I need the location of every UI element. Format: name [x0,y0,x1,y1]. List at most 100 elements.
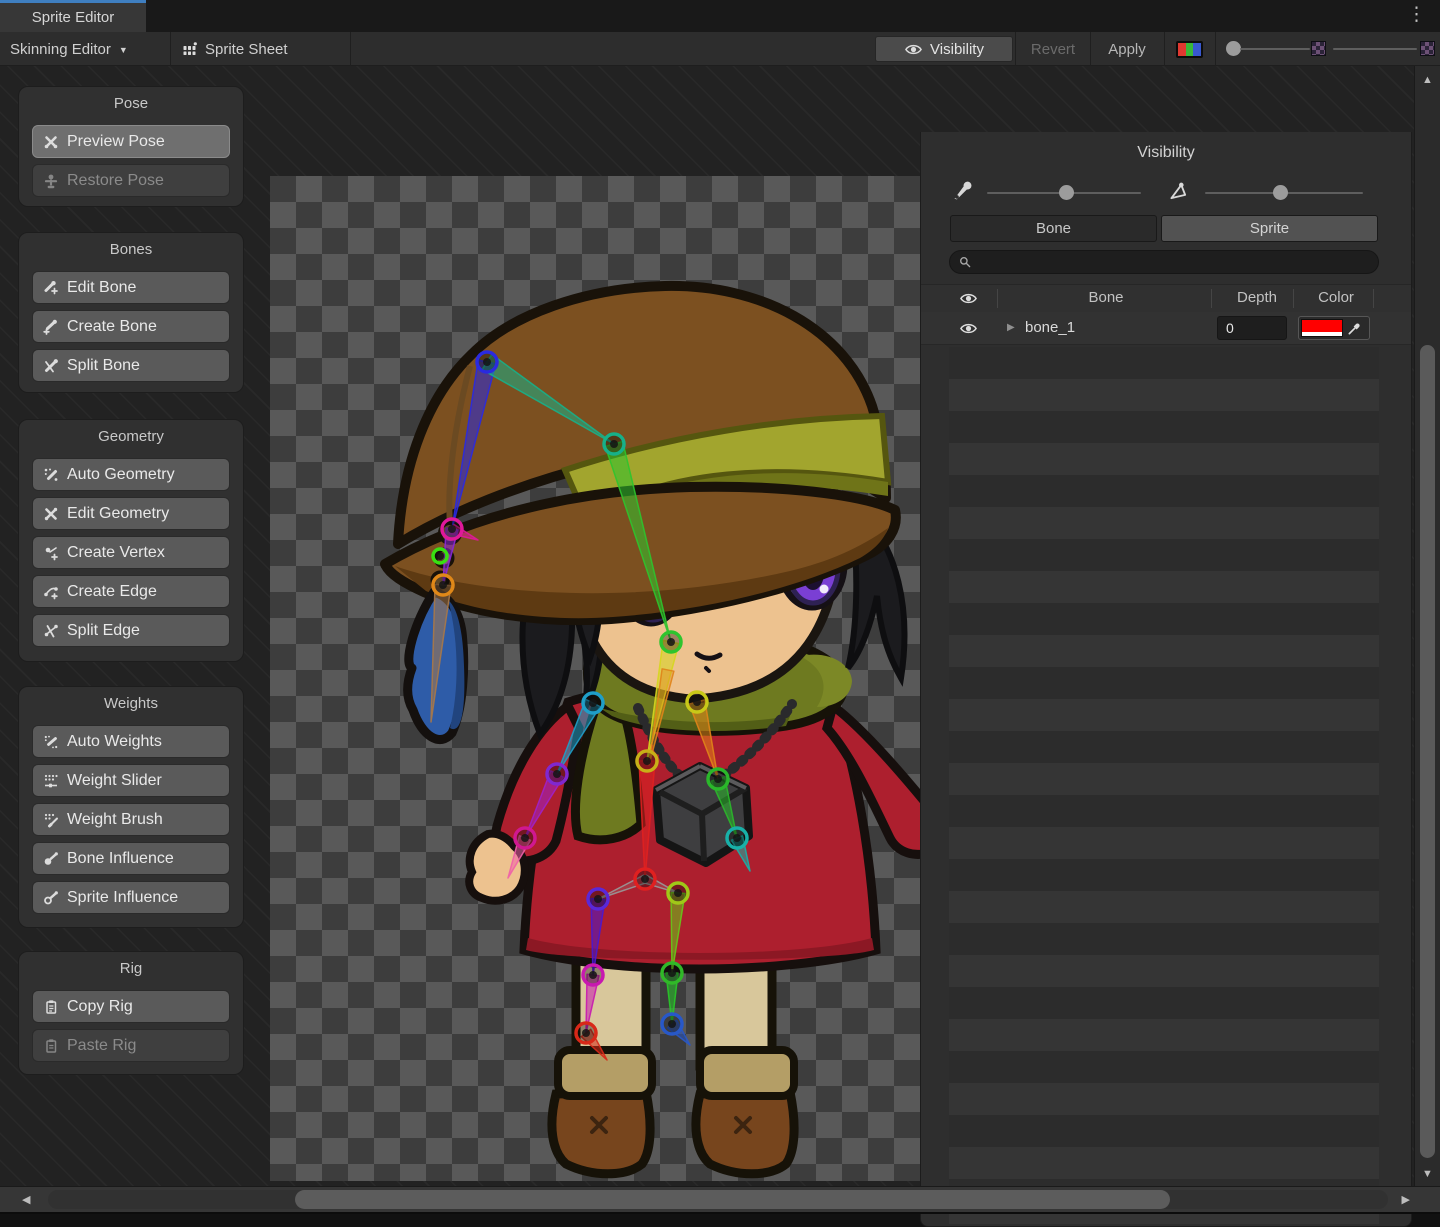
weights-panel: Weights Auto Weights Weight Slider Weigh… [18,686,244,928]
rig-panel-title: Rig [19,960,243,980]
preview-pose-button[interactable]: Preview Pose [32,125,230,158]
bone-influence-button[interactable]: Bone Influence [32,842,230,875]
visibility-button-label: Visibility [930,41,984,58]
copy-rig-icon [43,999,59,1015]
row-color-swatch[interactable] [1301,319,1343,337]
sprite-sheet-icon [182,41,198,57]
sprite-canvas[interactable] [270,176,920,1181]
chevron-down-icon: ▼ [119,43,128,55]
pose-panel: Pose Preview Pose Restore Pose [18,86,244,207]
vertical-scrollbar[interactable]: ▲ ▼ [1414,66,1440,1188]
split-edge-button[interactable]: Split Edge [32,614,230,647]
auto-geometry-button[interactable]: Auto Geometry [32,458,230,491]
bone-joint-center [521,834,529,842]
alpha-slider-knob[interactable] [1226,41,1241,56]
sprite-influence-label: Sprite Influence [67,889,178,907]
apply-label: Apply [1108,41,1146,58]
copy-rig-button[interactable]: Copy Rig [32,990,230,1023]
header-depth[interactable]: Depth [1221,289,1293,306]
weight-slider-button[interactable]: Weight Slider [32,764,230,797]
horizontal-scrollbar-thumb[interactable] [295,1190,1170,1209]
apply-button[interactable]: Apply [1092,32,1162,66]
bone-joint-center [693,698,701,706]
eye-icon [904,43,923,56]
paste-rig-button[interactable]: Paste Rig [32,1029,230,1062]
bone-joint-center [448,525,456,533]
search-icon [959,256,971,268]
row-depth-input[interactable] [1217,316,1287,340]
bone-joint-center [733,834,741,842]
pose-panel-title: Pose [19,95,243,115]
preview-pose-label: Preview Pose [67,133,165,151]
auto-weights-icon [43,734,59,750]
window-menu-kebab-icon[interactable]: ⋮ [1407,2,1426,28]
row-eye-icon[interactable] [959,322,978,335]
weight-slider-label: Weight Slider [67,772,162,790]
row-color-field[interactable] [1298,316,1370,340]
mesh-opacity-slider-knob[interactable] [1273,185,1288,200]
bone-search-input[interactable] [977,253,1369,271]
sprite-sheet-label: Sprite Sheet [205,41,288,58]
bone-joint-center [641,875,649,883]
sprite-sheet-button[interactable]: Sprite Sheet [182,32,288,66]
restore-pose-icon [43,173,59,189]
preview-pose-icon [43,134,59,150]
vertical-scrollbar-thumb[interactable] [1420,345,1435,1158]
tab-sprite-editor[interactable]: Sprite Editor [0,0,146,32]
tab-sprite-editor-label: Sprite Editor [32,9,115,26]
edit-bone-label: Edit Bone [67,279,136,297]
character-sprite[interactable] [270,176,920,1181]
restore-pose-button[interactable]: Restore Pose [32,164,230,197]
scroll-right-icon[interactable]: ▶ [1402,1193,1410,1206]
bone-search-box[interactable] [949,250,1379,274]
horizontal-scrollbar-track[interactable] [48,1190,1388,1209]
revert-button[interactable]: Revert [1016,32,1090,66]
header-color[interactable]: Color [1303,289,1369,306]
edit-bone-button[interactable]: Edit Bone [32,271,230,304]
character-hat [385,286,896,620]
visibility-toggle-button[interactable]: Visibility [875,36,1013,62]
scroll-down-icon[interactable]: ▼ [1422,1168,1433,1180]
bone-joint-center [667,638,675,646]
tab-sprite-label: Sprite [1250,220,1289,237]
horizontal-scrollbar[interactable]: ◀ ▶ [0,1186,1440,1212]
weight-slider-icon [43,773,59,789]
scroll-left-icon[interactable]: ◀ [22,1193,30,1206]
split-bone-button[interactable]: Split Bone [32,349,230,382]
sprite-influence-button[interactable]: Sprite Influence [32,881,230,914]
weight-brush-button[interactable]: Weight Brush [32,803,230,836]
edit-geometry-button[interactable]: Edit Geometry [32,497,230,530]
row-bone-name[interactable]: bone_1 [1025,319,1075,336]
scroll-up-icon[interactable]: ▲ [1422,74,1433,86]
bone-joint-center [668,969,676,977]
create-edge-icon [43,584,59,600]
bone-opacity-slider-knob[interactable] [1059,185,1074,200]
sprite-influence-icon [43,890,59,906]
auto-weights-button[interactable]: Auto Weights [32,725,230,758]
split-bone-label: Split Bone [67,357,140,375]
bone-list-empty-rows [949,347,1379,1224]
header-eye-icon[interactable] [959,292,978,305]
create-bone-icon [43,319,59,335]
restore-pose-label: Restore Pose [67,172,164,190]
row-disclosure-icon[interactable]: ▶ [1007,322,1015,333]
tab-bone[interactable]: Bone [950,215,1157,242]
bone-table-row[interactable]: ▶ bone_1 [921,312,1411,345]
header-bone[interactable]: Bone [1041,289,1171,306]
create-edge-button[interactable]: Create Edge [32,575,230,608]
brightness-slider-track[interactable] [1333,48,1417,50]
auto-weights-label: Auto Weights [67,733,162,751]
red-channel [1178,43,1186,56]
bone-joint-center [668,1020,676,1028]
header-divider [1373,289,1374,308]
create-vertex-button[interactable]: Create Vertex [32,536,230,569]
alpha-texture-icon [1311,41,1326,56]
skinning-editor-dropdown[interactable]: Skinning Editor ▼ [10,32,128,66]
auto-geometry-label: Auto Geometry [67,466,175,484]
alpha-slider-track[interactable] [1240,48,1310,50]
eyedropper-icon[interactable] [1343,317,1365,339]
tab-sprite[interactable]: Sprite [1161,215,1378,242]
auto-geometry-icon [43,467,59,483]
create-bone-button[interactable]: Create Bone [32,310,230,343]
channel-rgb-icon[interactable] [1176,41,1203,58]
